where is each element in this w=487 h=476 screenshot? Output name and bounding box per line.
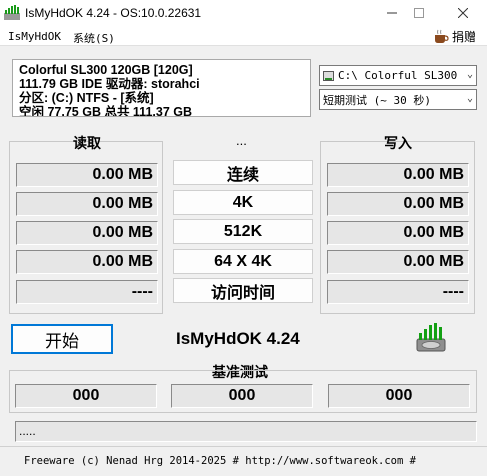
status-bar: ..... (15, 421, 477, 442)
donate-button[interactable]: 捐赠 (433, 28, 476, 45)
64x4k-test-label: 64 X 4K (214, 252, 272, 270)
start-label: 开始 (45, 331, 79, 352)
window-title: IsMyHdOK 4.24 - OS:10.0.22631 (25, 6, 202, 20)
read-title: 读取 (73, 135, 101, 151)
test-duration-value: 短期测试 (~ 30 秒) (323, 93, 431, 107)
512k-test-label: 512K (223, 222, 263, 240)
disk-partition: 分区: (C:) NTFS - [系统] (19, 91, 154, 105)
footer-divider (0, 446, 487, 447)
write-sequential-value: 0.00 MB (327, 163, 469, 187)
4k-test-button[interactable]: 4K (173, 190, 313, 215)
minimize-icon (387, 12, 397, 14)
menu-item-ismyhdok[interactable]: IsMyHdOK (8, 30, 61, 43)
drive-select-value: C:\ Colorful SL300 (338, 69, 458, 82)
start-button[interactable]: 开始 (11, 324, 113, 354)
read-sequential-value: 0.00 MB (16, 163, 158, 187)
chevron-down-icon: ⌄ (466, 93, 473, 104)
title-bar: IsMyHdOK 4.24 - OS:10.0.22631 (0, 0, 487, 26)
coffee-cup-icon (435, 29, 449, 43)
benchmark-write-score: 000 (328, 384, 470, 408)
access-time-test-button[interactable]: 访问时间 (173, 278, 313, 303)
sequential-test-label: 连续 (226, 166, 259, 184)
access-time-test-label: 访问时间 (210, 284, 275, 302)
disk-info-panel: Colorful SL300 120GB [120G] 111.79 GB ID… (12, 59, 311, 117)
product-name: IsMyHdOK 4.24 (176, 329, 300, 348)
write-4k-value: 0.00 MB (327, 192, 469, 216)
donate-label: 捐赠 (452, 30, 477, 44)
read-4k-value: 0.00 MB (16, 192, 158, 216)
disk-capacity-driver: 111.79 GB IDE 驱动器: storahci (19, 77, 200, 91)
benchmark-read-score: 000 (15, 384, 157, 408)
test-duration-select[interactable]: 短期测试 (~ 30 秒) ⌄ (319, 89, 477, 110)
sequential-test-button[interactable]: 连续 (173, 160, 313, 185)
drive-select[interactable]: C:\ Colorful SL300 ⌄ (319, 65, 477, 86)
hdd-logo-icon (416, 323, 446, 352)
read-64x4k-value: 0.00 MB (16, 250, 158, 274)
disk-free-space: 空闲 77.75 GB 总共 111.37 GB (19, 105, 192, 117)
64x4k-test-button[interactable]: 64 X 4K (173, 249, 313, 274)
close-button[interactable] (443, 0, 483, 26)
write-512k-value: 0.00 MB (327, 221, 469, 245)
footer-text[interactable]: Freeware (c) Nenad Hrg 2014-2025 # http:… (24, 455, 416, 467)
write-64x4k-value: 0.00 MB (327, 250, 469, 274)
menu-bar: IsMyHdOK 系统(S) 捐赠 (0, 26, 487, 46)
menu-item-system[interactable]: 系统(S) (73, 30, 115, 46)
write-access-time-value: ---- (327, 280, 469, 304)
maximize-icon (414, 8, 424, 18)
chevron-down-icon: ⌄ (466, 69, 473, 80)
4k-test-label: 4K (232, 193, 254, 211)
write-title: 写入 (384, 135, 412, 151)
benchmark-total-score: 000 (171, 384, 313, 408)
maximize-button[interactable] (399, 0, 439, 26)
close-icon (458, 8, 468, 18)
read-access-time-value: ---- (16, 280, 158, 304)
drive-icon (323, 70, 334, 81)
middle-title: ... (236, 133, 247, 148)
app-logo-icon (4, 5, 20, 20)
read-512k-value: 0.00 MB (16, 221, 158, 245)
512k-test-button[interactable]: 512K (173, 219, 313, 244)
disk-model: Colorful SL300 120GB [120G] (19, 63, 193, 77)
